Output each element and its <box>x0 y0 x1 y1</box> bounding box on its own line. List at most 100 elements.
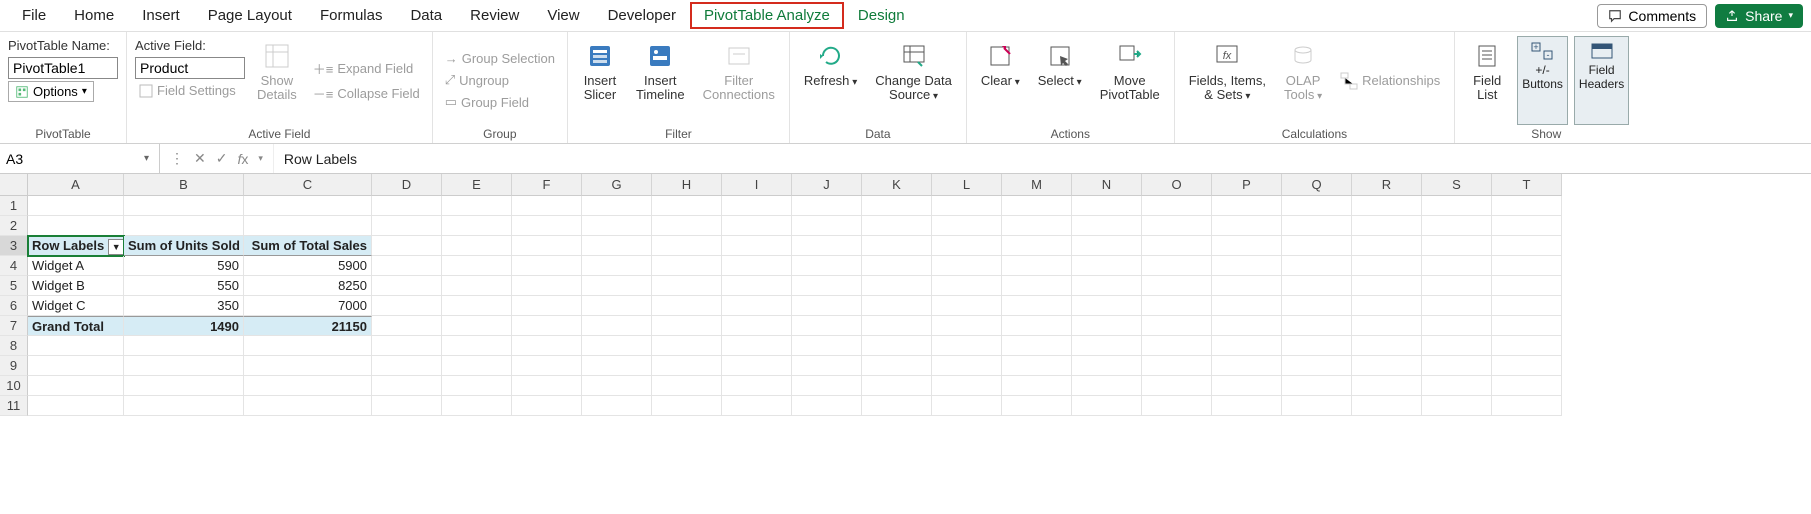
cell-H5[interactable] <box>652 276 722 296</box>
cell-O11[interactable] <box>1142 396 1212 416</box>
share-button[interactable]: Share ▾ <box>1715 4 1803 28</box>
cell-A1[interactable] <box>28 196 124 216</box>
cell-F9[interactable] <box>512 356 582 376</box>
cell-K4[interactable] <box>862 256 932 276</box>
col-header-B[interactable]: B <box>124 174 244 196</box>
cell-L3[interactable] <box>932 236 1002 256</box>
cell-T8[interactable] <box>1492 336 1562 356</box>
cell-K10[interactable] <box>862 376 932 396</box>
col-header-A[interactable]: A <box>28 174 124 196</box>
cell-N9[interactable] <box>1072 356 1142 376</box>
cell-H11[interactable] <box>652 396 722 416</box>
cell-E10[interactable] <box>442 376 512 396</box>
clear-button[interactable]: Clear <box>975 36 1026 125</box>
cell-H3[interactable] <box>652 236 722 256</box>
cell-K9[interactable] <box>862 356 932 376</box>
cell-M10[interactable] <box>1002 376 1072 396</box>
cell-M2[interactable] <box>1002 216 1072 236</box>
tab-developer[interactable]: Developer <box>594 2 690 29</box>
name-box-input[interactable] <box>6 151 140 167</box>
row-header-10[interactable]: 10 <box>0 376 28 396</box>
cell-R4[interactable] <box>1352 256 1422 276</box>
chevron-down-icon[interactable]: ▾ <box>256 153 265 164</box>
cell-R8[interactable] <box>1352 336 1422 356</box>
cell-E2[interactable] <box>442 216 512 236</box>
row-header-8[interactable]: 8 <box>0 336 28 356</box>
cell-J9[interactable] <box>792 356 862 376</box>
cell-D7[interactable] <box>372 316 442 336</box>
tab-file[interactable]: File <box>8 2 60 29</box>
cell-E4[interactable] <box>442 256 512 276</box>
cell-K7[interactable] <box>862 316 932 336</box>
cell-I5[interactable] <box>722 276 792 296</box>
cell-H2[interactable] <box>652 216 722 236</box>
field-headers-toggle[interactable]: Field Headers <box>1574 36 1629 125</box>
cell-N6[interactable] <box>1072 296 1142 316</box>
cell-B6[interactable]: 350 <box>124 296 244 316</box>
cell-C11[interactable] <box>244 396 372 416</box>
cell-I11[interactable] <box>722 396 792 416</box>
cell-B7[interactable]: 1490 <box>124 316 244 336</box>
col-header-L[interactable]: L <box>932 174 1002 196</box>
more-icon[interactable]: ⋮ <box>168 150 186 167</box>
cell-P8[interactable] <box>1212 336 1282 356</box>
cell-O7[interactable] <box>1142 316 1212 336</box>
cell-I3[interactable] <box>722 236 792 256</box>
cell-P2[interactable] <box>1212 216 1282 236</box>
cell-O9[interactable] <box>1142 356 1212 376</box>
col-header-O[interactable]: O <box>1142 174 1212 196</box>
cell-J4[interactable] <box>792 256 862 276</box>
cell-I8[interactable] <box>722 336 792 356</box>
cell-M9[interactable] <box>1002 356 1072 376</box>
cell-C8[interactable] <box>244 336 372 356</box>
col-header-R[interactable]: R <box>1352 174 1422 196</box>
cell-D9[interactable] <box>372 356 442 376</box>
cell-S1[interactable] <box>1422 196 1492 216</box>
cell-A7[interactable]: Grand Total <box>28 316 124 336</box>
cell-O4[interactable] <box>1142 256 1212 276</box>
cell-M4[interactable] <box>1002 256 1072 276</box>
cell-B4[interactable]: 590 <box>124 256 244 276</box>
cell-Q5[interactable] <box>1282 276 1352 296</box>
cell-K11[interactable] <box>862 396 932 416</box>
field-settings-button[interactable]: Field Settings <box>135 81 245 100</box>
plusminus-buttons-toggle[interactable]: +- +/- Buttons <box>1517 36 1568 125</box>
cell-C5[interactable]: 8250 <box>244 276 372 296</box>
cell-Q11[interactable] <box>1282 396 1352 416</box>
cell-N1[interactable] <box>1072 196 1142 216</box>
cell-A2[interactable] <box>28 216 124 236</box>
cell-H8[interactable] <box>652 336 722 356</box>
col-header-G[interactable]: G <box>582 174 652 196</box>
cell-N4[interactable] <box>1072 256 1142 276</box>
cell-P10[interactable] <box>1212 376 1282 396</box>
cell-F6[interactable] <box>512 296 582 316</box>
tab-home[interactable]: Home <box>60 2 128 29</box>
col-header-Q[interactable]: Q <box>1282 174 1352 196</box>
cell-K2[interactable] <box>862 216 932 236</box>
tab-pivottable-analyze[interactable]: PivotTable Analyze <box>690 2 844 29</box>
cell-B9[interactable] <box>124 356 244 376</box>
tab-design[interactable]: Design <box>844 2 919 29</box>
cell-O10[interactable] <box>1142 376 1212 396</box>
cell-G9[interactable] <box>582 356 652 376</box>
cell-M5[interactable] <box>1002 276 1072 296</box>
cell-S8[interactable] <box>1422 336 1492 356</box>
cell-J6[interactable] <box>792 296 862 316</box>
cell-G10[interactable] <box>582 376 652 396</box>
insert-slicer-button[interactable]: Insert Slicer <box>576 36 624 125</box>
cell-F10[interactable] <box>512 376 582 396</box>
cell-T3[interactable] <box>1492 236 1562 256</box>
tab-insert[interactable]: Insert <box>128 2 194 29</box>
cell-N5[interactable] <box>1072 276 1142 296</box>
active-field-input[interactable] <box>135 57 245 79</box>
row-header-11[interactable]: 11 <box>0 396 28 416</box>
row-header-5[interactable]: 5 <box>0 276 28 296</box>
cell-P3[interactable] <box>1212 236 1282 256</box>
tab-view[interactable]: View <box>533 2 593 29</box>
cell-I6[interactable] <box>722 296 792 316</box>
cell-D5[interactable] <box>372 276 442 296</box>
cell-G8[interactable] <box>582 336 652 356</box>
cell-S2[interactable] <box>1422 216 1492 236</box>
cell-C6[interactable]: 7000 <box>244 296 372 316</box>
cell-L6[interactable] <box>932 296 1002 316</box>
